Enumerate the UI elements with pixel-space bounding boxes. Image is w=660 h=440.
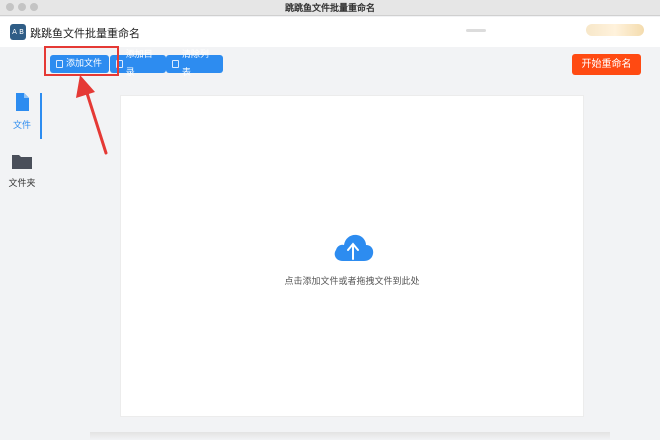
file-dropzone[interactable]: 点击添加文件或者拖拽文件到此处 [120, 95, 584, 417]
vip-badge[interactable] [586, 24, 644, 36]
sidebar-item-label: 文件 [12, 121, 31, 131]
window-titlebar: 跳跳鱼文件批量重命名 [0, 0, 660, 16]
window-title: 跳跳鱼文件批量重命名 [284, 4, 375, 14]
trash-icon [172, 60, 179, 68]
sidebar-item-files[interactable]: 文件 [0, 91, 44, 141]
cloud-upload-icon [334, 234, 374, 261]
app-name: 跳跳鱼文件批量重命名 [30, 27, 140, 40]
dropzone-hint: 点击添加文件或者拖拽文件到此处 [284, 277, 420, 287]
active-indicator [40, 93, 42, 139]
sidebar-item-label: 文件夹 [8, 179, 36, 189]
clear-list-label: 清除列表 [181, 50, 209, 78]
sidebar: 文件 文件夹 [0, 85, 44, 440]
start-rename-button[interactable]: 开始重命名 [572, 54, 641, 75]
annotation-highlight-box [44, 46, 119, 76]
user-info-placeholder [466, 29, 486, 32]
file-icon [16, 93, 29, 111]
sidebar-item-folders[interactable]: 文件夹 [0, 151, 44, 201]
app-logo-icon: A B [10, 24, 26, 40]
add-directory-label: 添加目录 [125, 50, 153, 78]
clear-list-button[interactable]: 清除列表 [166, 50, 223, 78]
folder-icon [12, 155, 32, 169]
app-header: A B 跳跳鱼文件批量重命名 [0, 17, 660, 47]
window-bottom-edge [90, 432, 610, 440]
